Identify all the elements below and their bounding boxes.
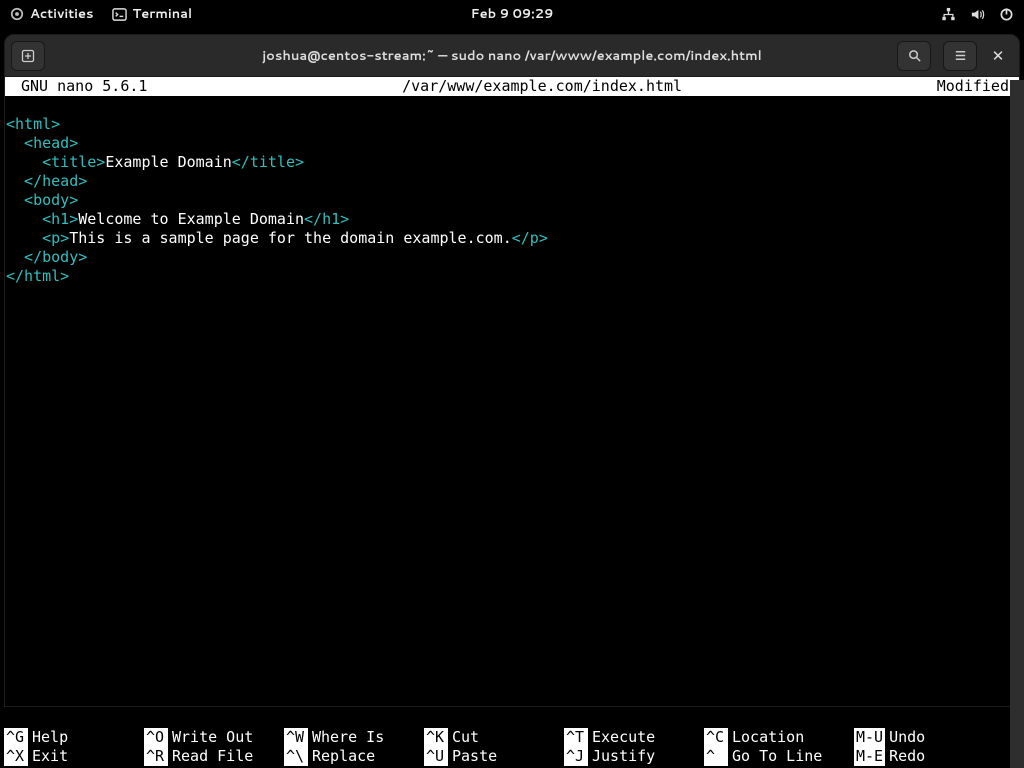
search-button[interactable] (897, 41, 931, 71)
code-tag: </body> (6, 248, 87, 266)
new-tab-icon (20, 48, 36, 64)
code-tag: <body> (6, 191, 78, 209)
terminal-icon (112, 7, 127, 22)
shortcut-location: ^CLocation (704, 728, 854, 747)
shortcut-undo: M-UUndo (854, 728, 1020, 747)
shortcut-paste: ^UPaste (424, 747, 564, 766)
shortcut-label: Where Is (312, 728, 384, 747)
activities-button[interactable]: Activities (10, 5, 94, 23)
code-tag: </p> (512, 229, 548, 247)
activities-icon (10, 7, 24, 21)
shortcut-label: Location (732, 728, 804, 747)
shortcut-cut: ^KCut (424, 728, 564, 747)
nano-editor[interactable]: <html> <head> <title>Example Domain</tit… (5, 96, 1019, 706)
shortcut-replace: ^\Replace (284, 747, 424, 766)
shortcut-label: Exit (32, 747, 68, 766)
code-tag: </title> (232, 153, 304, 171)
nano-header: GNU nano 5.6.1 /var/www/example.com/inde… (5, 77, 1019, 96)
new-tab-button[interactable] (11, 41, 45, 71)
shortcut-redo: M-ERedo (854, 747, 1020, 766)
shortcut-key: ^R (144, 747, 168, 766)
shortcut-key: ^J (564, 747, 588, 766)
terminal-window: joshua@centos-stream:~ — sudo nano /var/… (4, 34, 1020, 707)
shortcut-key: ^ (704, 747, 728, 766)
shortcut-key: M-U (854, 728, 885, 747)
shortcut-label: Help (32, 728, 68, 747)
shortcut-row: ^GHelp ^OWrite Out ^WWhere Is ^KCut ^TEx… (4, 728, 1020, 747)
shortcut-label: Write Out (172, 728, 253, 747)
shortcut-label: Undo (889, 728, 925, 747)
shortcut-key: ^K (424, 728, 448, 747)
shortcut-key: ^X (4, 747, 28, 766)
volume-icon[interactable] (970, 7, 985, 22)
shortcut-key: ^O (144, 728, 168, 747)
shortcut-key: ^G (4, 728, 28, 747)
window-titlebar[interactable]: joshua@centos-stream:~ — sudo nano /var/… (5, 35, 1019, 77)
window-title: joshua@centos-stream:~ — sudo nano /var/… (5, 47, 1019, 65)
shortcut-key: ^C (704, 728, 728, 747)
app-menu-label: Terminal (133, 5, 193, 23)
shortcut-row: ^XExit ^RRead File ^\Replace ^UPaste ^JJ… (4, 747, 1020, 766)
shortcut-label: Paste (452, 747, 497, 766)
shortcut-readfile: ^RRead File (144, 747, 284, 766)
shortcut-whereis: ^WWhere Is (284, 728, 424, 747)
shortcut-execute: ^TExecute (564, 728, 704, 747)
code-tag: <html> (6, 115, 60, 133)
code-tag: </html> (6, 267, 69, 285)
shortcut-key: ^W (284, 728, 308, 747)
shortcut-label: Cut (452, 728, 479, 747)
shortcut-label: Go To Line (732, 747, 822, 766)
code-tag: <title> (6, 153, 105, 171)
vertical-scrollbar[interactable] (1010, 80, 1024, 768)
code-tag: </h1> (304, 210, 349, 228)
hamburger-icon (953, 48, 968, 63)
close-icon: ✕ (992, 45, 1005, 66)
shortcut-label: Execute (592, 728, 655, 747)
shortcut-exit: ^XExit (4, 747, 144, 766)
code-text: This is a sample page for the domain exa… (69, 229, 512, 247)
close-window-button[interactable]: ✕ (983, 45, 1013, 66)
code-text: Welcome to Example Domain (78, 210, 304, 228)
activities-label: Activities (30, 5, 94, 23)
power-icon[interactable] (999, 7, 1014, 22)
terminal-content[interactable]: GNU nano 5.6.1 /var/www/example.com/inde… (5, 77, 1019, 706)
shortcut-label: Replace (312, 747, 375, 766)
nano-version: GNU nano 5.6.1 (15, 77, 147, 96)
code-tag: <h1> (6, 210, 78, 228)
shortcut-key: ^\ (284, 747, 308, 766)
shortcut-key: ^U (424, 747, 448, 766)
shortcut-writeout: ^OWrite Out (144, 728, 284, 747)
shortcut-key: M-E (854, 747, 885, 766)
shortcut-justify: ^JJustify (564, 747, 704, 766)
nano-shortcuts: ^GHelp ^OWrite Out ^WWhere Is ^KCut ^TEx… (4, 728, 1020, 768)
shortcut-label: Justify (592, 747, 655, 766)
search-icon (907, 48, 922, 63)
shortcut-label: Redo (889, 747, 925, 766)
shortcut-label: Read File (172, 747, 253, 766)
hamburger-menu-button[interactable] (943, 41, 977, 71)
code-tag: </head> (6, 172, 87, 190)
code-tag: <head> (6, 134, 78, 152)
shortcut-key: ^T (564, 728, 588, 747)
nano-status: Modified (937, 77, 1009, 96)
network-icon[interactable] (941, 7, 956, 22)
code-tag: <p> (6, 229, 69, 247)
shortcut-help: ^GHelp (4, 728, 144, 747)
code-text: Example Domain (105, 153, 231, 171)
gnome-topbar: Activities Terminal Feb 9 09:29 (0, 0, 1024, 28)
app-menu-terminal[interactable]: Terminal (112, 5, 193, 23)
nano-filepath: /var/www/example.com/index.html (147, 77, 936, 96)
shortcut-gotoline: ^ Go To Line (704, 747, 854, 766)
